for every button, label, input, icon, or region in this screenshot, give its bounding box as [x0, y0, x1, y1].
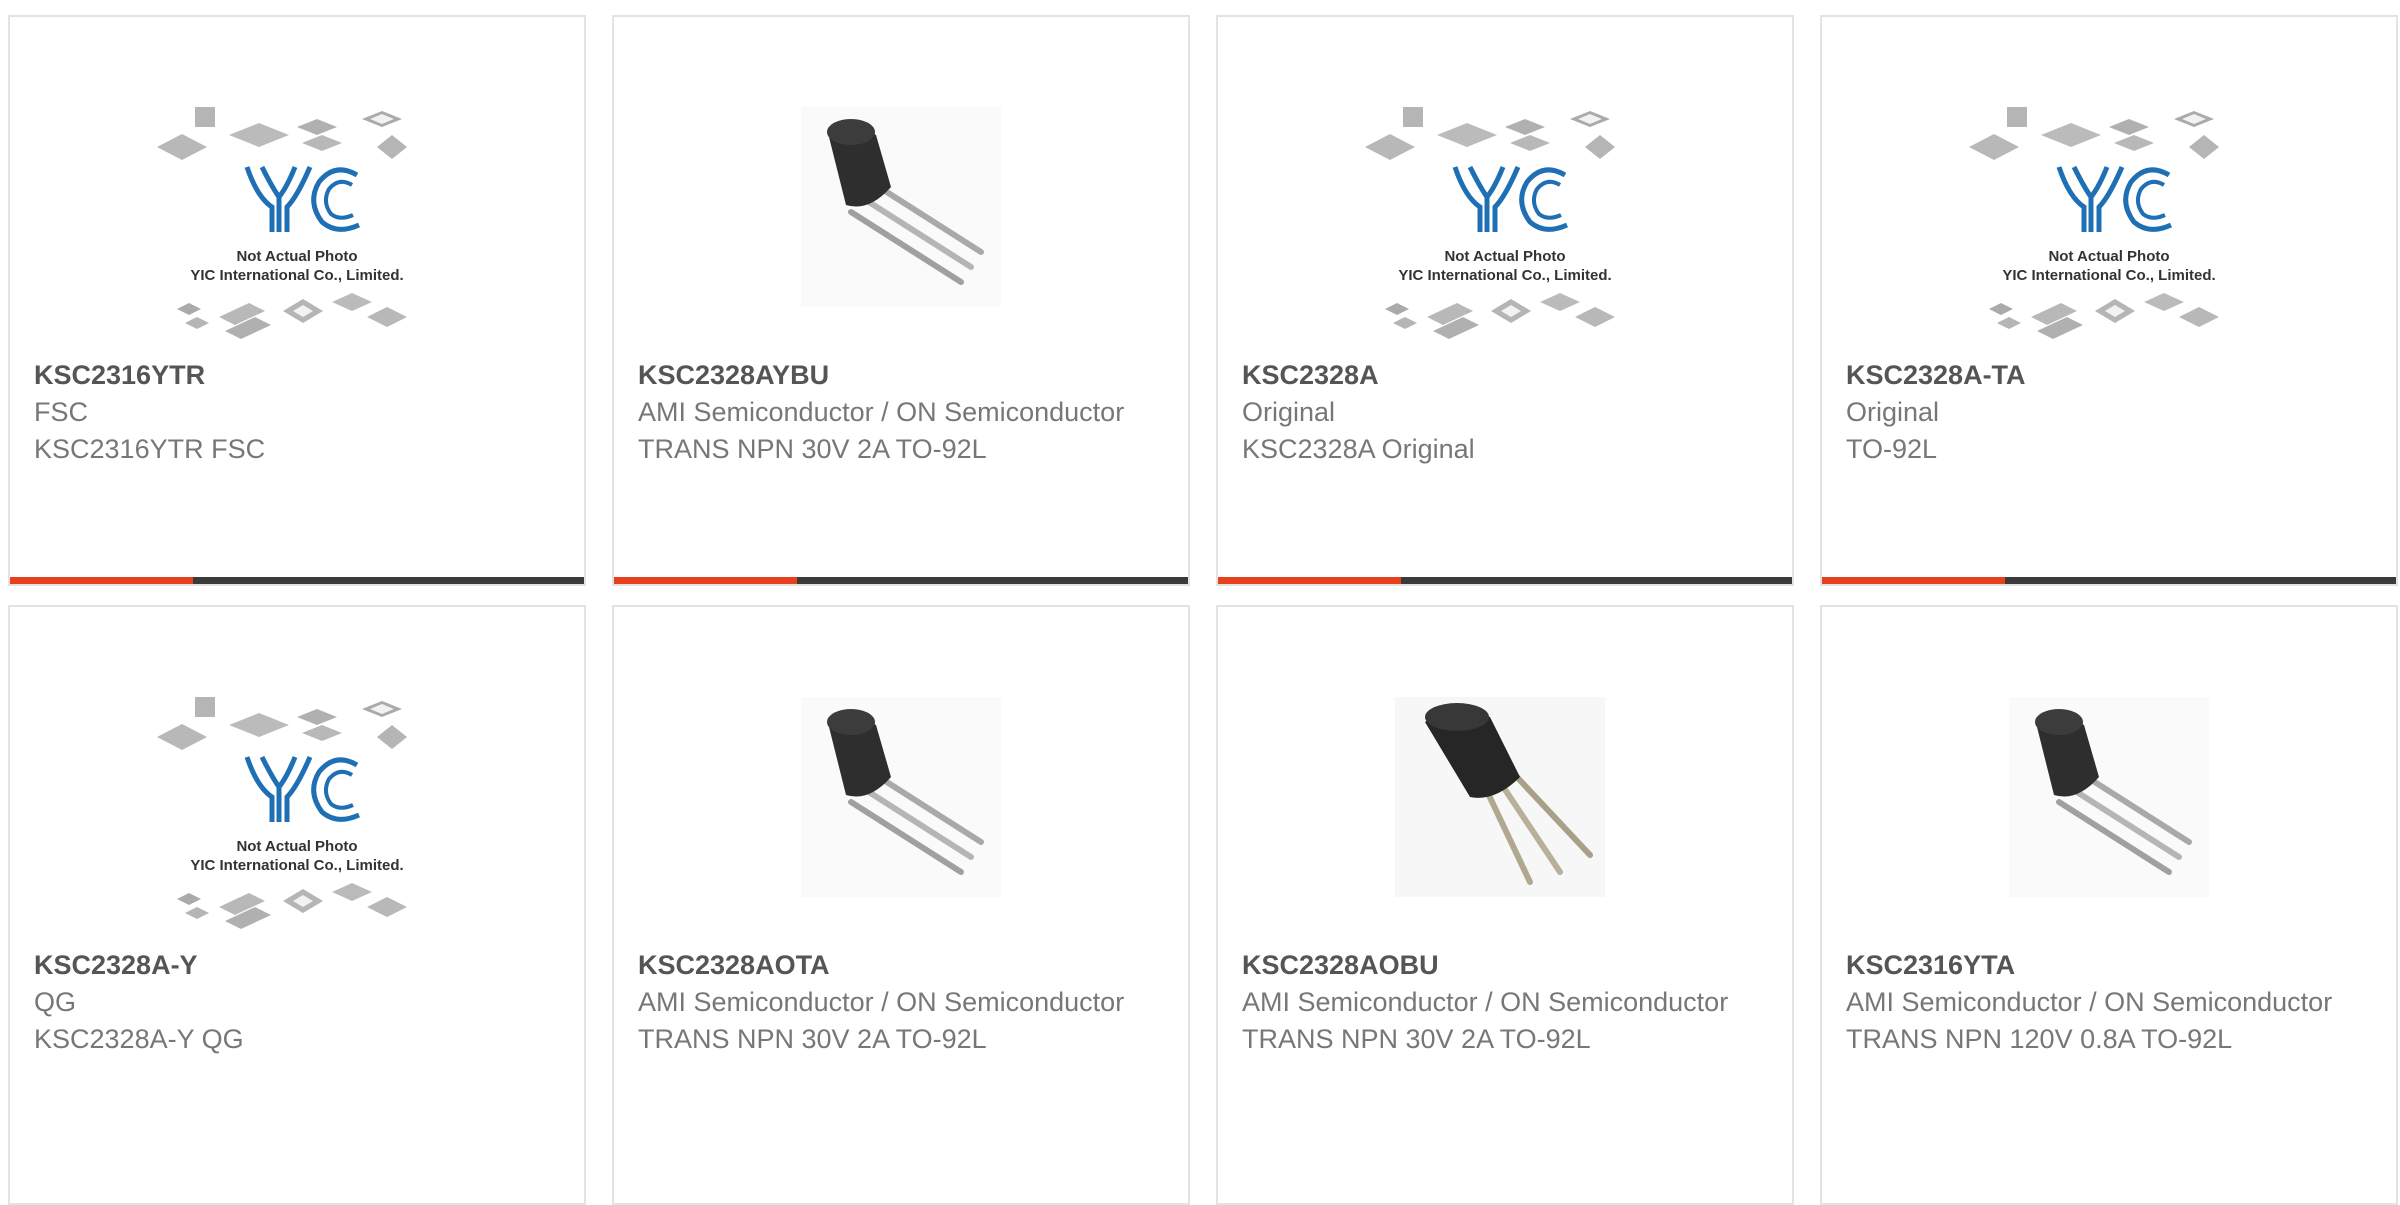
- to92-transistor-icon[interactable]: [1355, 677, 1655, 947]
- svg-text:Not Actual Photo: Not Actual Photo: [2048, 248, 2169, 265]
- svg-text:Not Actual Photo: Not Actual Photo: [1444, 248, 1565, 265]
- product-name[interactable]: KSC2328AYBU: [638, 356, 1164, 394]
- svg-text:YIC International Co., Limited: YIC International Co., Limited.: [190, 267, 403, 284]
- product-info: KSC2328A-TA Original TO-92L: [1846, 356, 2372, 468]
- product-name[interactable]: KSC2316YTR: [34, 356, 560, 394]
- product-manufacturer: Original: [1846, 397, 1940, 427]
- product-description: TRANS NPN 120V 0.8A TO-92L: [1846, 1024, 2233, 1054]
- product-name[interactable]: KSC2328A: [1242, 356, 1768, 394]
- product-manufacturer: AMI Semiconductor / ON Semiconductor: [638, 397, 1125, 427]
- product-info: KSC2328AOBU AMI Semiconductor / ON Semic…: [1242, 946, 1768, 1058]
- svg-text:YIC International Co., Limited: YIC International Co., Limited.: [2002, 267, 2215, 284]
- product-description: TO-92L: [1846, 434, 1938, 464]
- product-manufacturer: Original: [1242, 397, 1336, 427]
- product-name[interactable]: KSC2328AOBU: [1242, 946, 1768, 984]
- product-card[interactable]: KSC2316YTA AMI Semiconductor / ON Semico…: [1820, 605, 2398, 1205]
- card-accent-bar: [10, 577, 193, 584]
- card-bottom-bar: [10, 577, 584, 584]
- product-grid: Not Actual Photo YIC International Co., …: [0, 0, 2400, 1205]
- product-name[interactable]: KSC2328AOTA: [638, 946, 1164, 984]
- to92-transistor-icon[interactable]: [1959, 677, 2259, 947]
- product-manufacturer: AMI Semiconductor / ON Semiconductor: [1242, 987, 1729, 1017]
- svg-text:YIC International Co., Limited: YIC International Co., Limited.: [1398, 267, 1611, 284]
- product-manufacturer: AMI Semiconductor / ON Semiconductor: [1846, 987, 2333, 1017]
- product-name[interactable]: KSC2328A-Y: [34, 946, 560, 984]
- svg-text:Not Actual Photo: Not Actual Photo: [236, 248, 357, 265]
- product-card[interactable]: KSC2328AOBU AMI Semiconductor / ON Semic…: [1216, 605, 1794, 1205]
- card-bottom-bar: [1218, 577, 1792, 584]
- card-accent-bar: [1218, 577, 1401, 584]
- product-card[interactable]: KSC2328AYBU AMI Semiconductor / ON Semic…: [612, 15, 1190, 586]
- product-description: KSC2328A Original: [1242, 434, 1475, 464]
- product-card[interactable]: KSC2328AOTA AMI Semiconductor / ON Semic…: [612, 605, 1190, 1205]
- product-info: KSC2316YTR FSC KSC2316YTR FSC: [34, 356, 560, 468]
- yic-placeholder-icon[interactable]: Not Actual Photo YIC International Co., …: [1355, 87, 1655, 357]
- product-info: KSC2328A Original KSC2328A Original: [1242, 356, 1768, 468]
- product-description: TRANS NPN 30V 2A TO-92L: [638, 434, 987, 464]
- product-info: KSC2328A-Y QG KSC2328A-Y QG: [34, 946, 560, 1058]
- yic-placeholder-icon[interactable]: Not Actual Photo YIC International Co., …: [147, 677, 447, 947]
- yic-placeholder-icon[interactable]: Not Actual Photo YIC International Co., …: [1959, 87, 2259, 357]
- yic-placeholder-icon[interactable]: Not Actual Photo YIC International Co., …: [147, 87, 447, 357]
- svg-text:Not Actual Photo: Not Actual Photo: [236, 838, 357, 855]
- card-bottom-bar: [1822, 577, 2396, 584]
- card-bottom-bar: [614, 577, 1188, 584]
- product-card[interactable]: Not Actual Photo YIC International Co., …: [1216, 15, 1794, 586]
- product-description: TRANS NPN 30V 2A TO-92L: [638, 1024, 987, 1054]
- product-card[interactable]: Not Actual Photo YIC International Co., …: [8, 15, 586, 586]
- product-info: KSC2328AOTA AMI Semiconductor / ON Semic…: [638, 946, 1164, 1058]
- card-accent-bar: [1822, 577, 2005, 584]
- product-description: TRANS NPN 30V 2A TO-92L: [1242, 1024, 1591, 1054]
- product-manufacturer: FSC: [34, 397, 88, 427]
- product-info: KSC2328AYBU AMI Semiconductor / ON Semic…: [638, 356, 1164, 468]
- product-manufacturer: QG: [34, 987, 77, 1017]
- product-name[interactable]: KSC2316YTA: [1846, 946, 2372, 984]
- svg-text:YIC International Co., Limited: YIC International Co., Limited.: [190, 857, 403, 874]
- to92-transistor-icon[interactable]: [751, 677, 1051, 947]
- product-name[interactable]: KSC2328A-TA: [1846, 356, 2372, 394]
- card-accent-bar: [614, 577, 797, 584]
- to92-transistor-icon[interactable]: [751, 87, 1051, 357]
- product-description: KSC2328A-Y QG: [34, 1024, 244, 1054]
- product-card[interactable]: Not Actual Photo YIC International Co., …: [8, 605, 586, 1205]
- product-info: KSC2316YTA AMI Semiconductor / ON Semico…: [1846, 946, 2372, 1058]
- product-description: KSC2316YTR FSC: [34, 434, 266, 464]
- product-manufacturer: AMI Semiconductor / ON Semiconductor: [638, 987, 1125, 1017]
- product-card[interactable]: Not Actual Photo YIC International Co., …: [1820, 15, 2398, 586]
